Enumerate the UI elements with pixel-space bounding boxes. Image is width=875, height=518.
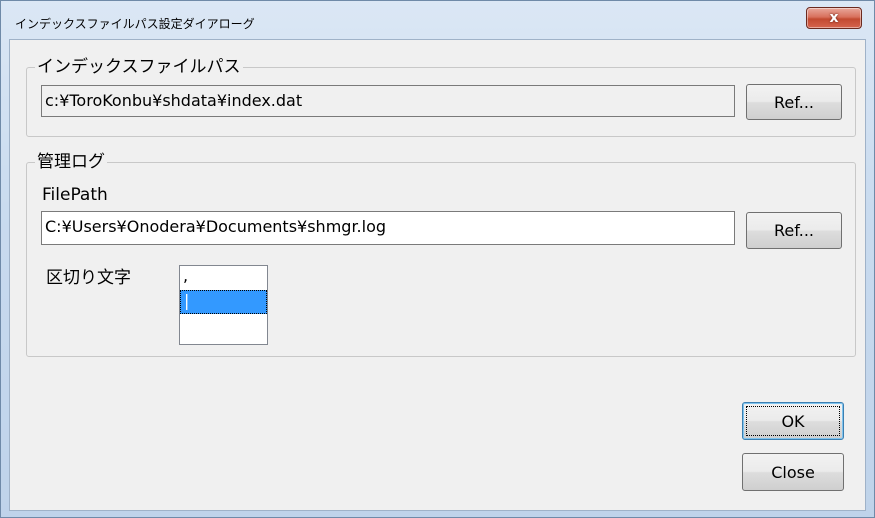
- log-group: 管理ログ FilePath C:¥Users¥Onodera¥Documents…: [26, 151, 856, 357]
- index-file-group-label: インデックスファイルパス: [35, 56, 243, 78]
- delimiter-option-empty[interactable]: [180, 314, 267, 338]
- close-button[interactable]: Close: [742, 453, 844, 491]
- filepath-label: FilePath: [42, 185, 108, 205]
- delimiter-label: 区切り文字: [46, 268, 131, 288]
- ok-button[interactable]: OK: [742, 402, 844, 440]
- delimiter-option-comma[interactable]: ,: [180, 266, 267, 290]
- log-ref-button[interactable]: Ref...: [746, 212, 842, 249]
- index-path-field: c:¥ToroKonbu¥shdata¥index.dat: [41, 85, 735, 117]
- close-icon: x: [829, 10, 839, 26]
- title-bar[interactable]: インデックスファイルパス設定ダイアローグ x: [1, 1, 874, 39]
- dialog-client-area: インデックスファイルパス c:¥ToroKonbu¥shdata¥index.d…: [9, 39, 866, 511]
- delimiter-option-pipe[interactable]: |: [180, 290, 267, 314]
- window-close-button[interactable]: x: [806, 7, 862, 29]
- index-file-group: インデックスファイルパス c:¥ToroKonbu¥shdata¥index.d…: [26, 56, 856, 137]
- log-filepath-input[interactable]: C:¥Users¥Onodera¥Documents¥shmgr.log: [41, 211, 735, 245]
- index-ref-button[interactable]: Ref...: [746, 84, 842, 120]
- window-title: インデックスファイルパス設定ダイアローグ: [15, 17, 255, 31]
- delimiter-listbox[interactable]: , |: [179, 265, 268, 345]
- log-group-label: 管理ログ: [35, 151, 107, 173]
- ok-focus-rect: [746, 406, 840, 436]
- dialog-window: インデックスファイルパス設定ダイアローグ x インデックスファイルパス c:¥T…: [0, 0, 875, 518]
